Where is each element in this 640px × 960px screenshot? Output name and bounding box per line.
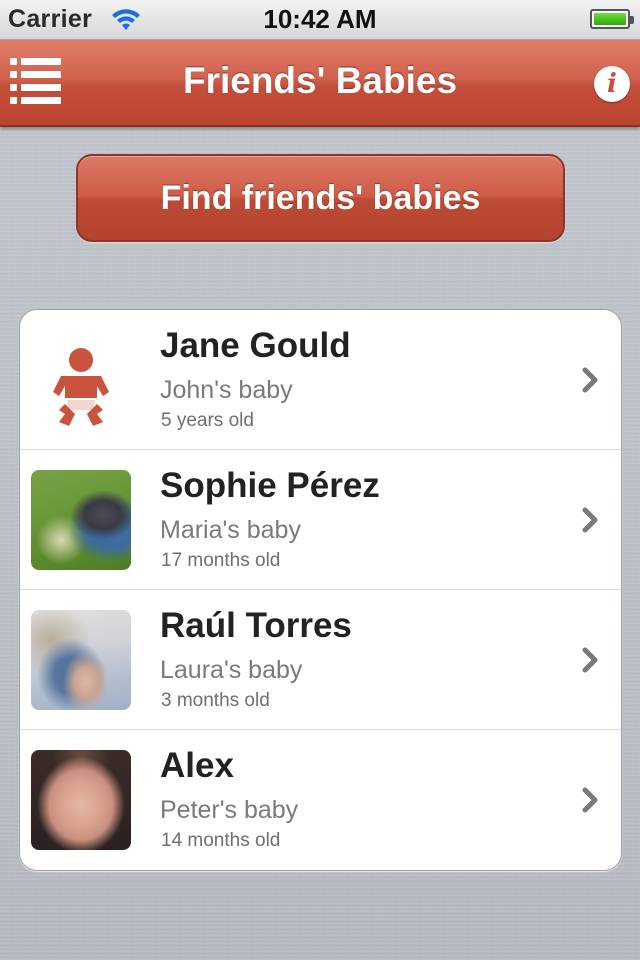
parent-label: John's baby	[160, 376, 293, 404]
baby-name: Alex	[160, 746, 234, 785]
age-label: 5 years old	[161, 410, 254, 431]
status-bar: Carrier 10:42 AM	[0, 0, 640, 40]
baby-photo	[31, 610, 131, 710]
navigation-bar: Friends' Babies i	[0, 40, 640, 127]
age-label: 3 months old	[161, 690, 270, 711]
baby-name: Jane Gould	[160, 326, 351, 365]
chevron-right-icon	[582, 647, 598, 673]
clock: 10:42 AM	[263, 4, 377, 34]
parent-label: Peter's baby	[160, 796, 299, 824]
list-item[interactable]: Jane Gould John's baby 5 years old	[20, 310, 621, 450]
baby-silhouette-icon	[53, 348, 109, 426]
find-friends-babies-button[interactable]: Find friends' babies	[76, 154, 565, 242]
baby-photo	[31, 750, 131, 850]
list-item[interactable]: Alex Peter's baby 14 months old	[20, 730, 621, 870]
chevron-right-icon	[582, 787, 598, 813]
baby-name: Raúl Torres	[160, 606, 352, 645]
baby-photo	[31, 470, 131, 570]
parent-label: Maria's baby	[160, 516, 301, 544]
info-icon[interactable]: i	[594, 66, 630, 102]
battery-icon	[590, 9, 634, 29]
babies-list: Jane Gould John's baby 5 years old Sophi…	[19, 309, 622, 871]
page-title: Friends' Babies	[182, 60, 458, 101]
chevron-right-icon	[582, 367, 598, 393]
list-item[interactable]: Raúl Torres Laura's baby 3 months old	[20, 590, 621, 730]
age-label: 17 months old	[161, 550, 281, 571]
baby-name: Sophie Pérez	[160, 466, 380, 505]
list-item[interactable]: Sophie Pérez Maria's baby 17 months old	[20, 450, 621, 590]
parent-label: Laura's baby	[160, 656, 303, 684]
chevron-right-icon	[582, 507, 598, 533]
age-label: 14 months old	[161, 830, 281, 851]
